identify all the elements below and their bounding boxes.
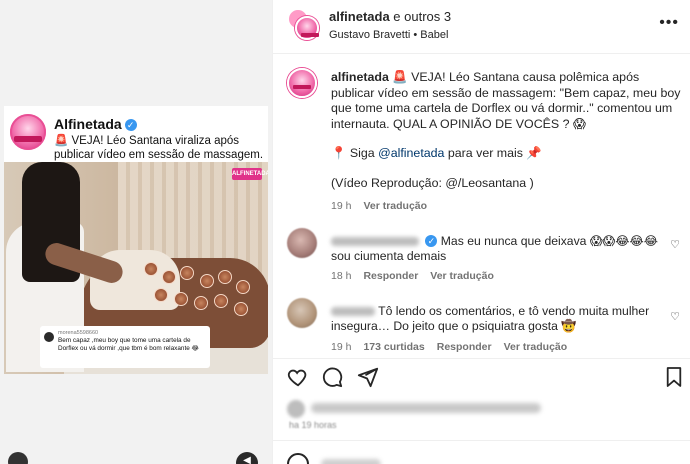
comment-like-heart-icon[interactable]: ♡ xyxy=(670,310,680,323)
comment-2-meta: 19 h 173 curtidas Responder Ver tradução xyxy=(331,341,579,353)
post-header-title[interactable]: alfinetada e outros 3 xyxy=(329,9,451,24)
comment-avatar[interactable] xyxy=(287,298,317,328)
collab-avatar-front[interactable] xyxy=(295,16,319,40)
follow-prefix: 📍 Siga xyxy=(331,146,379,160)
caption-translate-link[interactable]: Ver tradução xyxy=(363,200,427,212)
cup-icon xyxy=(180,266,194,280)
overlay-avatar xyxy=(44,332,54,342)
caption-main: alfinetada 🚨 VEJA! Léo Santana causa pol… xyxy=(331,70,681,132)
comment-avatar[interactable] xyxy=(287,228,317,258)
likes-summary-blurred[interactable] xyxy=(287,400,607,418)
caption-username[interactable]: alfinetada xyxy=(331,70,389,84)
cup-icon xyxy=(218,270,232,284)
overlay-text: Bem capaz ,meu boy que tome uma cartela … xyxy=(58,337,200,352)
likes-text-blurred xyxy=(311,403,541,413)
post-header-audio[interactable]: Gustavo Bravetti • Babel xyxy=(329,29,448,41)
caption-avatar[interactable] xyxy=(287,68,317,98)
card-header: Alfinetada ✓ 🚨 VEJA! Léo Santana viraliza… xyxy=(8,112,264,175)
media-pane: Alfinetada ✓ 🚨 VEJA! Léo Santana viraliza… xyxy=(0,0,272,464)
caption-time: 19 h xyxy=(331,200,352,212)
cup-icon xyxy=(144,262,158,276)
header-others[interactable]: e outros 3 xyxy=(390,9,451,24)
comment-1-reply-button[interactable]: Responder xyxy=(363,270,418,282)
verified-icon: ✓ xyxy=(124,119,137,131)
emoji-icon[interactable] xyxy=(287,453,309,464)
bookmark-icon[interactable] xyxy=(665,366,683,388)
caption-follow: 📍 Siga @alfinetada para ver mais 📌 xyxy=(331,146,681,162)
card-avatar xyxy=(10,114,46,150)
overlay-comment: morena5598660 Bem capaz ,meu boy que tom… xyxy=(40,326,210,368)
cup-icon xyxy=(174,292,188,306)
post-sidebar: alfinetada e outros 3 Gustavo Bravetti •… xyxy=(272,0,690,464)
follow-handle-link[interactable]: @alfinetada xyxy=(378,146,444,160)
card-account-name: Alfinetada ✓ xyxy=(54,116,137,132)
comment-1-time: 18 h xyxy=(331,270,352,282)
caption-credit: (Vídeo Reprodução: @/Leosantana ) xyxy=(331,175,534,190)
comment-2-translate-link[interactable]: Ver tradução xyxy=(504,341,568,353)
post-actions xyxy=(273,364,690,394)
cup-icon xyxy=(154,288,168,302)
comment-2-time: 19 h xyxy=(331,341,352,353)
cup-icon xyxy=(194,296,208,310)
verified-icon: ✓ xyxy=(425,235,438,247)
cup-icon xyxy=(236,280,250,294)
comment-2: Tô lendo os comentários, e tô vendo muit… xyxy=(331,304,661,334)
heart-icon[interactable] xyxy=(287,366,309,388)
overlay-username: morena5598660 xyxy=(58,330,99,336)
caption-meta: 19 h Ver tradução xyxy=(331,200,439,212)
media-nav-left-icon[interactable] xyxy=(8,452,28,464)
comment-like-heart-icon[interactable]: ♡ xyxy=(670,238,680,251)
likes-avatar xyxy=(287,400,305,418)
more-horizontal-icon[interactable]: ••• xyxy=(659,14,679,32)
comment-1-translate-link[interactable]: Ver tradução xyxy=(430,270,494,282)
post-time: ha 19 horas xyxy=(289,420,337,430)
add-comment-row[interactable] xyxy=(273,440,690,464)
comment-username-blurred[interactable] xyxy=(331,237,419,247)
post-image-card[interactable]: Alfinetada ✓ 🚨 VEJA! Léo Santana viraliza… xyxy=(4,106,268,374)
cup-icon xyxy=(162,270,176,284)
card-account-label: Alfinetada xyxy=(54,116,122,132)
header-account[interactable]: alfinetada xyxy=(329,9,390,24)
comment-icon[interactable] xyxy=(321,366,343,388)
cup-icon xyxy=(200,274,214,288)
post-caption: alfinetada 🚨 VEJA! Léo Santana causa pol… xyxy=(331,70,681,191)
comment-2-text: Tô lendo os comentários, e tô vendo muit… xyxy=(331,304,650,333)
comment-1-meta: 18 h Responder Ver tradução xyxy=(331,270,506,282)
comment-username-blurred[interactable] xyxy=(331,307,375,317)
comment-2-reply-button[interactable]: Responder xyxy=(437,341,492,353)
photo-badge: ALFINETADA xyxy=(232,168,268,180)
share-icon[interactable] xyxy=(357,366,379,388)
comment-1: ✓ Mas eu nunca que deixava 😱😱😂😂😂 sou ciu… xyxy=(331,234,661,264)
add-comment-input[interactable] xyxy=(321,459,381,464)
comment-2-likes[interactable]: 173 curtidas xyxy=(363,341,424,353)
follow-suffix: para ver mais 📌 xyxy=(444,146,542,160)
post-header: alfinetada e outros 3 Gustavo Bravetti •… xyxy=(273,0,690,54)
mute-icon[interactable]: ◀ xyxy=(236,452,258,464)
divider xyxy=(273,358,690,359)
cup-icon xyxy=(234,302,248,316)
cup-icon xyxy=(214,294,228,308)
post-photo[interactable]: ALFINETADA morena5598660 Bem capaz ,meu … xyxy=(4,162,268,374)
